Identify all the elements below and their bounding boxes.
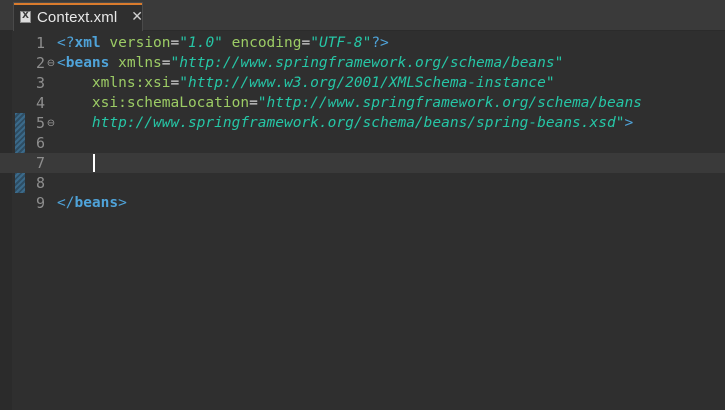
- tab-title: Context.xml: [37, 8, 118, 26]
- editor-window: Context.xml ✕ 1<?xml version="1.0" encod…: [0, 0, 725, 410]
- code-token: xmlns: [118, 55, 162, 71]
- code-token: >: [118, 195, 127, 211]
- fold-collapse-icon[interactable]: ⊖: [45, 118, 57, 129]
- code-line[interactable]: 4 xsi:schemaLocation="http://www.springf…: [0, 93, 725, 113]
- code-line[interactable]: 5 ⊖ http://www.springframework.org/schema…: [0, 113, 725, 133]
- code-token: "http://www.springframework.org/schema/b…: [257, 95, 642, 111]
- code-token: "http://www.w3.org/2001/XMLSchema-instan…: [179, 75, 555, 91]
- code-text[interactable]: <beans xmlns="http://www.springframework…: [57, 55, 563, 71]
- code-token: http://www.springframework.org/schema/be…: [91, 115, 625, 131]
- fold-collapse-icon[interactable]: ⊖: [45, 58, 57, 69]
- active-tab-indicator: [14, 3, 142, 5]
- code-text[interactable]: xmlns:xsi="http://www.w3.org/2001/XMLSch…: [57, 75, 555, 91]
- text-cursor: [93, 154, 95, 172]
- code-text[interactable]: </beans>: [57, 195, 127, 211]
- line-number: 3: [35, 74, 45, 92]
- code-token: xmlns:xsi: [91, 75, 171, 91]
- code-line[interactable]: 8: [0, 173, 725, 193]
- code-line[interactable]: 2 ⊖ <beans xmlns="http://www.springframewo…: [0, 53, 725, 73]
- line-number: 8: [35, 174, 45, 192]
- line-number: 5: [35, 114, 45, 132]
- code-line[interactable]: 9 </beans>: [0, 193, 725, 213]
- code-token: =: [249, 95, 258, 111]
- line-number: 1: [35, 34, 45, 52]
- code-token: <?: [57, 35, 75, 51]
- code-token: >: [624, 115, 634, 131]
- close-icon[interactable]: ✕: [131, 9, 143, 25]
- code-token: encoding: [231, 35, 302, 51]
- code-token: =: [170, 75, 180, 91]
- line-number: 6: [35, 134, 45, 152]
- code-token: "UTF-8": [310, 35, 372, 51]
- code-editor[interactable]: 1 <?xml version="1.0" encoding="UTF-8"?> 2…: [0, 31, 725, 410]
- code-token: beans: [65, 55, 110, 71]
- code-line[interactable]: 7: [0, 153, 725, 173]
- code-lines[interactable]: 1 <?xml version="1.0" encoding="UTF-8"?> 2…: [0, 33, 725, 213]
- code-line[interactable]: 3 xmlns:xsi="http://www.w3.org/2001/XMLS…: [0, 73, 725, 93]
- code-token: xml: [74, 35, 101, 51]
- code-token: </: [57, 195, 75, 211]
- code-token: =: [301, 35, 311, 51]
- code-token: "http://www.springframework.org/schema/b…: [170, 55, 564, 71]
- editor-tab-bar: Context.xml ✕: [0, 0, 725, 31]
- xml-file-icon: [20, 11, 31, 23]
- tab-context-xml[interactable]: Context.xml ✕: [13, 2, 143, 31]
- code-token: =: [161, 55, 171, 71]
- line-number: 7: [35, 154, 45, 172]
- code-token: <: [57, 55, 66, 71]
- code-token: ?>: [371, 35, 389, 51]
- line-number: 9: [35, 194, 45, 212]
- code-line[interactable]: 6: [0, 133, 725, 153]
- code-text[interactable]: http://www.springframework.org/schema/be…: [57, 115, 633, 131]
- code-token: version: [109, 35, 171, 51]
- code-text[interactable]: xsi:schemaLocation="http://www.springfra…: [57, 95, 642, 111]
- code-token: beans: [74, 195, 119, 211]
- code-token: xsi:schemaLocation: [91, 95, 250, 111]
- code-token: "1.0": [179, 35, 223, 51]
- code-token: =: [170, 35, 180, 51]
- code-text[interactable]: [57, 154, 95, 172]
- line-number: 2: [35, 54, 45, 72]
- code-text[interactable]: <?xml version="1.0" encoding="UTF-8"?>: [57, 35, 389, 51]
- line-number: 4: [35, 94, 45, 112]
- code-line[interactable]: 1 <?xml version="1.0" encoding="UTF-8"?>: [0, 33, 725, 53]
